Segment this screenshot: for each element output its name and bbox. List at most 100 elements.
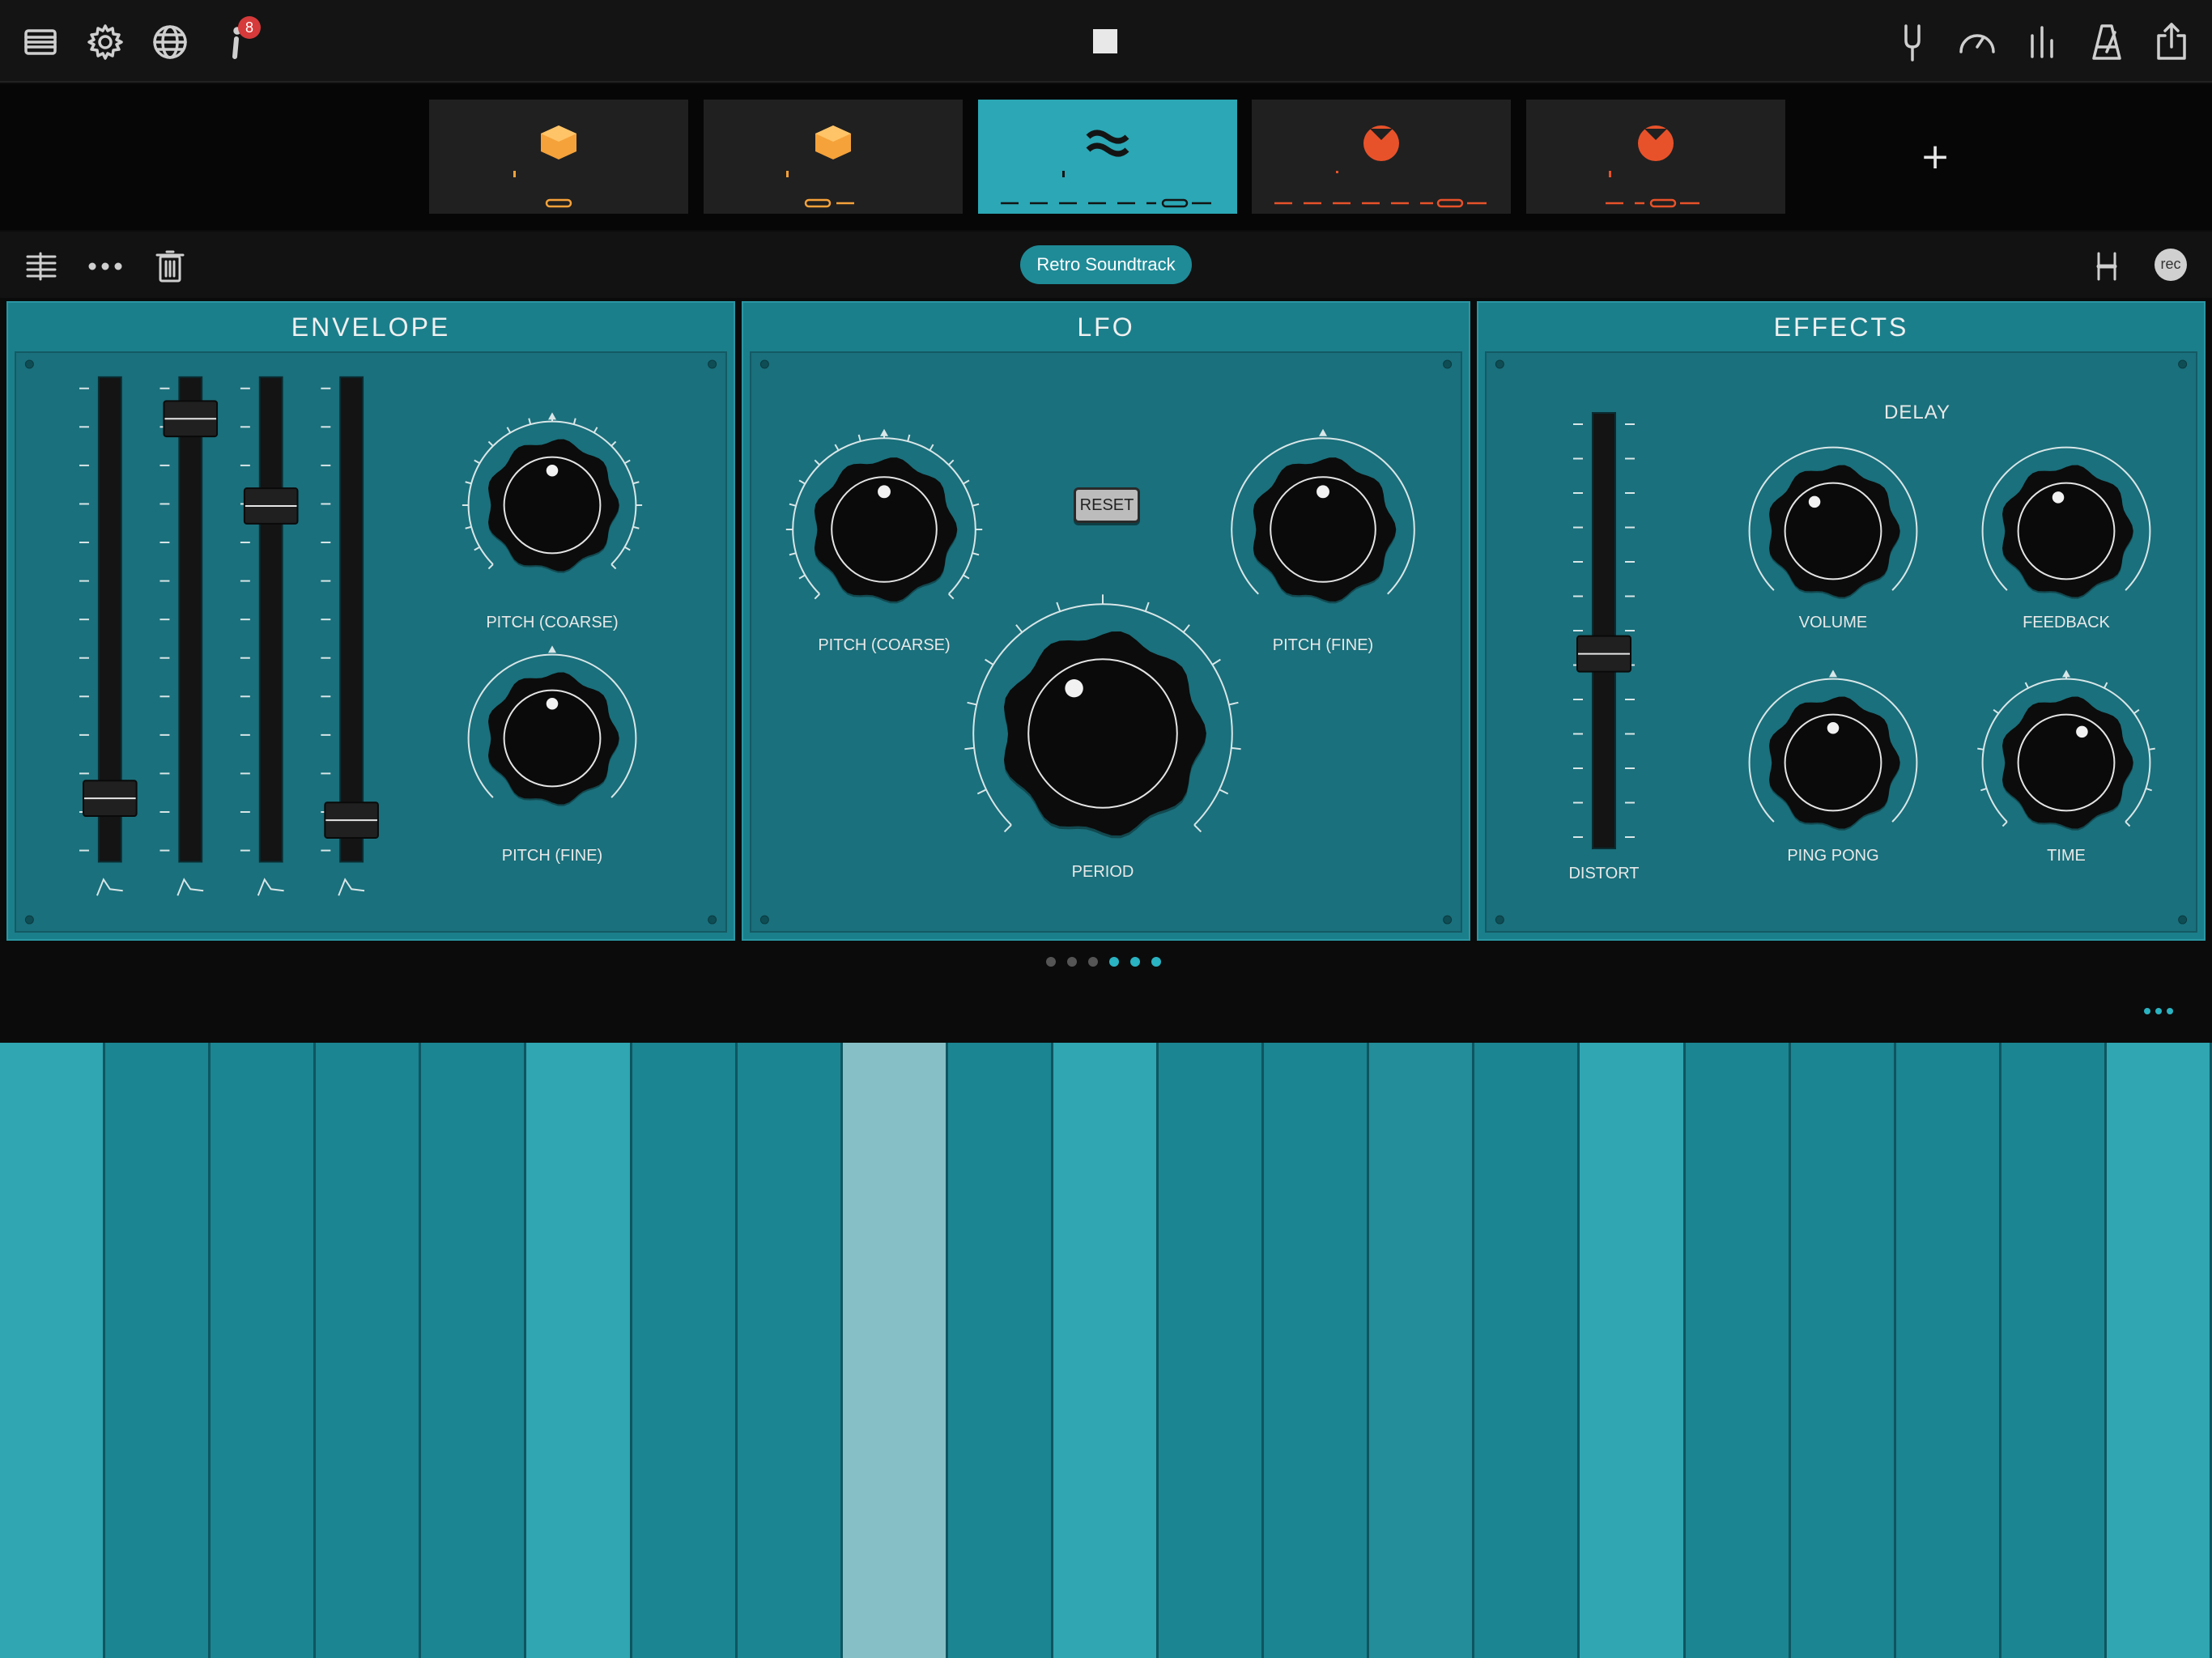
pad-keyboard <box>0 1043 2212 1658</box>
track-3[interactable] <box>978 100 1237 214</box>
pad-key[interactable] <box>632 1043 735 1658</box>
time-label: TIME <box>2047 847 2086 865</box>
top-toolbar: 8 <box>0 0 2212 83</box>
lfo-pitch-coarse-knob[interactable] <box>785 428 983 627</box>
pad-key[interactable] <box>1159 1043 1262 1658</box>
envelope-title: ENVELOPE <box>291 312 451 342</box>
effects-controls: DISTORT DELAY VOLUME FEEDBACK PING PONG … <box>1485 351 2197 933</box>
page-dot[interactable] <box>1046 957 1056 967</box>
envelope-fader-release[interactable] <box>321 376 379 863</box>
pad-key[interactable] <box>2106 1043 2210 1658</box>
distort-label: DISTORT <box>1568 865 1640 882</box>
envelope-shape-icon <box>177 878 204 896</box>
lfo-period-knob[interactable] <box>964 594 1241 871</box>
drum-icon <box>1606 125 1699 208</box>
pad-key[interactable] <box>211 1043 314 1658</box>
lfo-pitch-coarse-label: PITCH (COARSE) <box>818 636 951 654</box>
volume-knob[interactable] <box>1744 442 1922 620</box>
globe-icon[interactable] <box>141 13 199 71</box>
pad-key[interactable] <box>947 1043 1051 1658</box>
preset-name-button[interactable]: Retro Soundtrack <box>1020 245 1192 284</box>
info-icon[interactable]: 8 <box>207 13 266 71</box>
tracks-list-icon[interactable] <box>23 247 62 286</box>
pad-key[interactable] <box>842 1043 946 1658</box>
envelope-pitch-coarse-knob[interactable] <box>462 412 643 594</box>
volume-label: VOLUME <box>1798 614 1868 631</box>
tuning-fork-icon[interactable] <box>1883 13 1942 71</box>
track-strip: + <box>0 84 2212 230</box>
more-icon[interactable] <box>86 247 125 286</box>
feedback-label: FEEDBACK <box>2023 614 2110 631</box>
library-icon[interactable] <box>11 13 70 71</box>
pad-key[interactable] <box>1474 1043 1578 1658</box>
envelope-shape-icon <box>257 878 284 896</box>
delay-label: DELAY <box>1884 402 1950 423</box>
preset-bar: Retro Soundtrack rec <box>0 232 2212 298</box>
wave-icon <box>1001 130 1211 208</box>
pad-key[interactable] <box>1053 1043 1157 1658</box>
keyboard-options-icon[interactable] <box>2144 1002 2184 1017</box>
track-1[interactable] <box>429 100 688 214</box>
gear-icon[interactable] <box>76 13 134 71</box>
pad-key[interactable] <box>0 1043 104 1658</box>
drum-icon <box>1274 125 1487 208</box>
pad-key[interactable] <box>526 1043 630 1658</box>
trash-icon[interactable] <box>151 247 189 286</box>
mixer-icon[interactable] <box>2013 13 2071 71</box>
envelope-pitch-coarse-label: PITCH (COARSE) <box>486 614 619 631</box>
effects-title: EFFECTS <box>1773 312 1909 342</box>
page-dot[interactable] <box>1109 957 1119 967</box>
pad-key[interactable] <box>1580 1043 1683 1658</box>
envelope-shape-icon <box>96 878 123 896</box>
lfo-pitch-fine-label: PITCH (FINE) <box>1272 636 1374 654</box>
feedback-knob[interactable] <box>1977 442 2155 620</box>
pad-key[interactable] <box>105 1043 209 1658</box>
envelope-fader-attack[interactable] <box>79 376 138 863</box>
effects-panel: EFFECTS DISTORT DELAY VOLUME FEEDBACK PI… <box>1477 301 2206 941</box>
track-5[interactable] <box>1526 100 1785 214</box>
lfo-period-label: PERIOD <box>1071 863 1134 881</box>
envelope-fader-sustain[interactable] <box>240 376 299 863</box>
envelope-fader-decay[interactable] <box>160 376 219 863</box>
metronome-icon[interactable] <box>2078 13 2136 71</box>
pad-key[interactable] <box>421 1043 525 1658</box>
page-dot[interactable] <box>1088 957 1098 967</box>
pad-key[interactable] <box>1264 1043 1368 1658</box>
pad-key[interactable] <box>1895 1043 1999 1658</box>
envelope-pitch-fine-label: PITCH (FINE) <box>501 847 603 865</box>
envelope-shape-icon <box>338 878 365 896</box>
track-2[interactable] <box>704 100 963 214</box>
ping-pong-label: PING PONG <box>1787 847 1879 865</box>
track-4[interactable] <box>1252 100 1511 214</box>
pad-key[interactable] <box>1369 1043 1473 1658</box>
pad-key[interactable] <box>1790 1043 1894 1658</box>
pad-key[interactable] <box>2001 1043 2104 1658</box>
envelope-panel: ENVELOPE PITCH (COARSE) PITCH (FINE) <box>6 301 735 941</box>
page-dot[interactable] <box>1151 957 1161 967</box>
lfo-title: LFO <box>1077 312 1135 342</box>
lfo-reset-button[interactable]: RESET <box>1074 487 1140 523</box>
ping-pong-knob[interactable] <box>1744 670 1922 852</box>
speedometer-icon[interactable] <box>1948 13 2006 71</box>
page-dot[interactable] <box>1130 957 1140 967</box>
pad-key[interactable] <box>1685 1043 1789 1658</box>
add-track-button[interactable]: + <box>1911 133 1959 181</box>
cube-icon <box>786 125 854 208</box>
pad-key[interactable] <box>316 1043 419 1658</box>
stop-button[interactable] <box>1093 29 1117 53</box>
notification-badge: 8 <box>238 16 261 39</box>
cube-icon <box>513 125 576 208</box>
lfo-panel: LFO PITCH (COARSE) RESET PITCH (FINE) PE… <box>742 301 1470 941</box>
page-indicator[interactable] <box>1046 955 1168 968</box>
lfo-pitch-fine-knob[interactable] <box>1226 428 1420 627</box>
envelope-pitch-fine-knob[interactable] <box>463 645 641 827</box>
pad-key[interactable] <box>737 1043 840 1658</box>
split-icon[interactable] <box>2087 247 2126 286</box>
page-dot[interactable] <box>1067 957 1077 967</box>
record-button[interactable]: rec <box>2155 249 2187 281</box>
lfo-controls: PITCH (COARSE) RESET PITCH (FINE) PERIOD <box>750 351 1462 933</box>
share-icon[interactable] <box>2142 13 2201 71</box>
distort-fader[interactable] <box>1559 405 1648 858</box>
envelope-controls: PITCH (COARSE) PITCH (FINE) <box>15 351 727 933</box>
time-knob[interactable] <box>1977 670 2155 852</box>
